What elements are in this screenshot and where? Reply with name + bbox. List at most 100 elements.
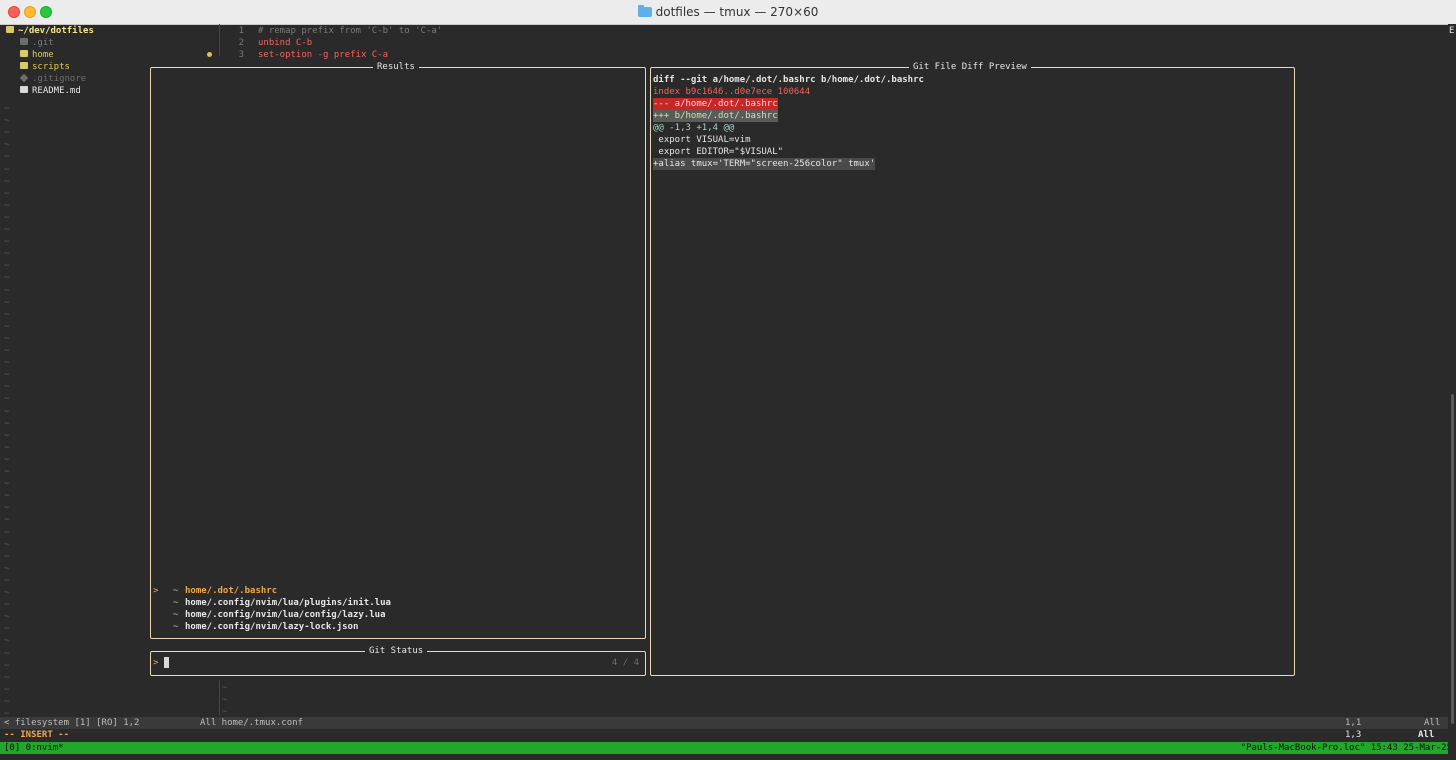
window-title: dotfiles — tmux — 270×60 [0,0,1456,24]
diff-line: --- a/home/.dot/.bashrc [653,98,778,110]
tmux-statusbar: [0] 0:nvim* "Pauls-MacBook-Pro.loc" 15:4… [0,742,1456,754]
tree-item-label: .git [32,38,54,48]
git-status-glyph: ~ [173,622,179,632]
empty-line-tilde: ~ [4,467,10,477]
git-status-glyph: ~ [173,586,179,596]
vertical-split [219,24,220,56]
empty-line-tilde: ~ [4,116,10,127]
folder-icon [637,5,652,17]
empty-line-tilde: ~ [4,527,10,538]
statusline-scroll: All [1424,718,1441,728]
diff-line: +++ b/home/.dot/.bashrc [653,110,778,122]
empty-line-tilde: ~ [4,382,10,393]
lower-buffer-tildes: ~ ~ ~ [222,683,228,717]
results-title: Results [373,61,419,73]
diff-line: +alias tmux='TERM="screen-256color" tmux… [653,158,876,170]
diff-preview-title: Git File Diff Preview [909,61,1031,73]
diff-preview-panel: Git File Diff Preview diff --git a/home/… [650,61,1295,676]
tree-item[interactable]: README.md [20,85,81,97]
empty-line-tilde: ~ [4,491,10,502]
tree-item-label: scripts [32,62,70,72]
result-item[interactable]: ~ home/.config/nvim/lazy-lock.json [153,621,633,633]
result-path: home/.config/nvim/lazy-lock.json [185,622,359,632]
code-line: unbind C-b [258,38,313,48]
diff-line: export EDITOR="$VISUAL" [653,147,784,157]
empty-line-tilde: ~ [4,249,10,260]
empty-line-tilde: ~ [4,672,10,683]
empty-line-tilde: ~ [4,285,10,296]
scrollbar-thumb[interactable] [1451,394,1454,724]
result-item[interactable]: ~ home/.config/nvim/lua/config/lazy.lua [153,609,633,621]
empty-line-tilde: ~ [4,188,10,199]
right-edge: E [1448,24,1456,760]
results-panel: Results > ~ home/.dot/.bashrc ~ home/.confi… [150,61,646,639]
empty-line-tilde: ~ [4,588,10,598]
title-bar: dotfiles — tmux — 270×60 [0,0,1456,25]
folder-icon [20,50,28,57]
empty-line-tilde: ~ [4,636,10,647]
line-number: 3 [238,50,244,60]
code-line: # remap prefix from 'C-b' to 'C-a' [258,26,443,36]
tree-item[interactable]: home [20,49,54,61]
statusline-position: 1,1 [1345,718,1362,728]
result-item[interactable]: > ~ home/.dot/.bashrc [153,585,633,597]
result-path: home/.dot/.bashrc [185,586,278,596]
vim-statusline: < filesystem [1] [RO] 1,2 All home/.tmux… [0,717,1456,729]
result-item[interactable]: ~ home/.config/nvim/lua/plugins/init.lua [153,597,633,609]
empty-line-tilde: ~ [4,563,10,574]
prompt-marker: > [153,658,159,668]
empty-line-tilde: ~ [4,515,10,526]
tree-item[interactable]: scripts [20,61,70,73]
empty-line-tilde: ~ [4,575,10,586]
tree-root[interactable]: ~/dev/dotfiles [6,25,94,37]
empty-line-tilde: ~ [4,394,10,405]
result-path: home/.config/nvim/lua/plugins/init.lua [185,598,391,608]
empty-line-tilde: ~ [4,128,10,139]
line-number: 1 [238,26,244,36]
folder-open-icon [6,26,14,33]
empty-line-tilde: ~ [4,503,10,514]
tree-item[interactable]: .gitignore [19,73,86,85]
diff-line: index b9c1646..d0e7ece 100644 [653,87,811,97]
statusline-left: < filesystem [1] [RO] 1,2 [4,718,140,728]
empty-line-tilde: ~ [4,684,10,695]
empty-line-tilde: ~ [4,309,10,320]
file-icon [19,73,29,83]
empty-line-tilde: ~ [4,358,10,369]
empty-line-tilde: ~ [4,237,10,248]
edge-glyph: E [1449,26,1455,36]
git-status-panel: Git Status > 4 / 4 [150,645,646,676]
empty-line-tilde: ~ [4,152,10,163]
search-input[interactable] [163,655,623,671]
mode-scroll: All [1418,730,1435,740]
tree-item-label: home [32,50,54,60]
empty-line-tilde: ~ [4,333,10,344]
empty-line-tilde: ~ [4,539,10,550]
empty-line-tilde: ~ [4,551,10,562]
selection-marker [153,609,173,621]
empty-line-tilde: ~ [4,696,10,707]
diff-line: @@ -1,3 +1,4 @@ [653,123,735,133]
window-title-text: dotfiles — tmux — 270×60 [655,5,819,19]
empty-line-tilde: ~ [4,297,10,308]
empty-line-tilde: ~ [4,176,10,187]
empty-line-tilde: ~ [4,418,10,429]
result-path: home/.config/nvim/lua/config/lazy.lua [185,610,386,620]
tree-item-label: README.md [32,86,81,96]
lower-split [219,680,220,716]
statusline-file: All home/.tmux.conf [200,718,303,728]
empty-line-tilde: ~ [4,442,10,453]
line-number: 2 [238,38,244,48]
markdown-icon [20,86,28,93]
empty-line-tilde: ~ [4,273,10,284]
empty-line-tilde: ~ [4,261,10,272]
empty-line-tilde: ~ [4,200,10,211]
tmux-window-tab[interactable]: [0] 0:nvim* [4,742,64,754]
empty-line-tilde: ~ [4,406,10,417]
empty-line-tilde: ~ [4,370,10,381]
empty-line-tilde: ~ [4,104,10,114]
empty-line-tilde: ~ [4,600,10,611]
terminal-window: dotfiles — tmux — 270×60 ~/dev/dotfiles … [0,0,1456,760]
vim-modeline: -- INSERT -- 1,3 All [0,729,1456,741]
tree-item[interactable]: .git [20,37,54,49]
